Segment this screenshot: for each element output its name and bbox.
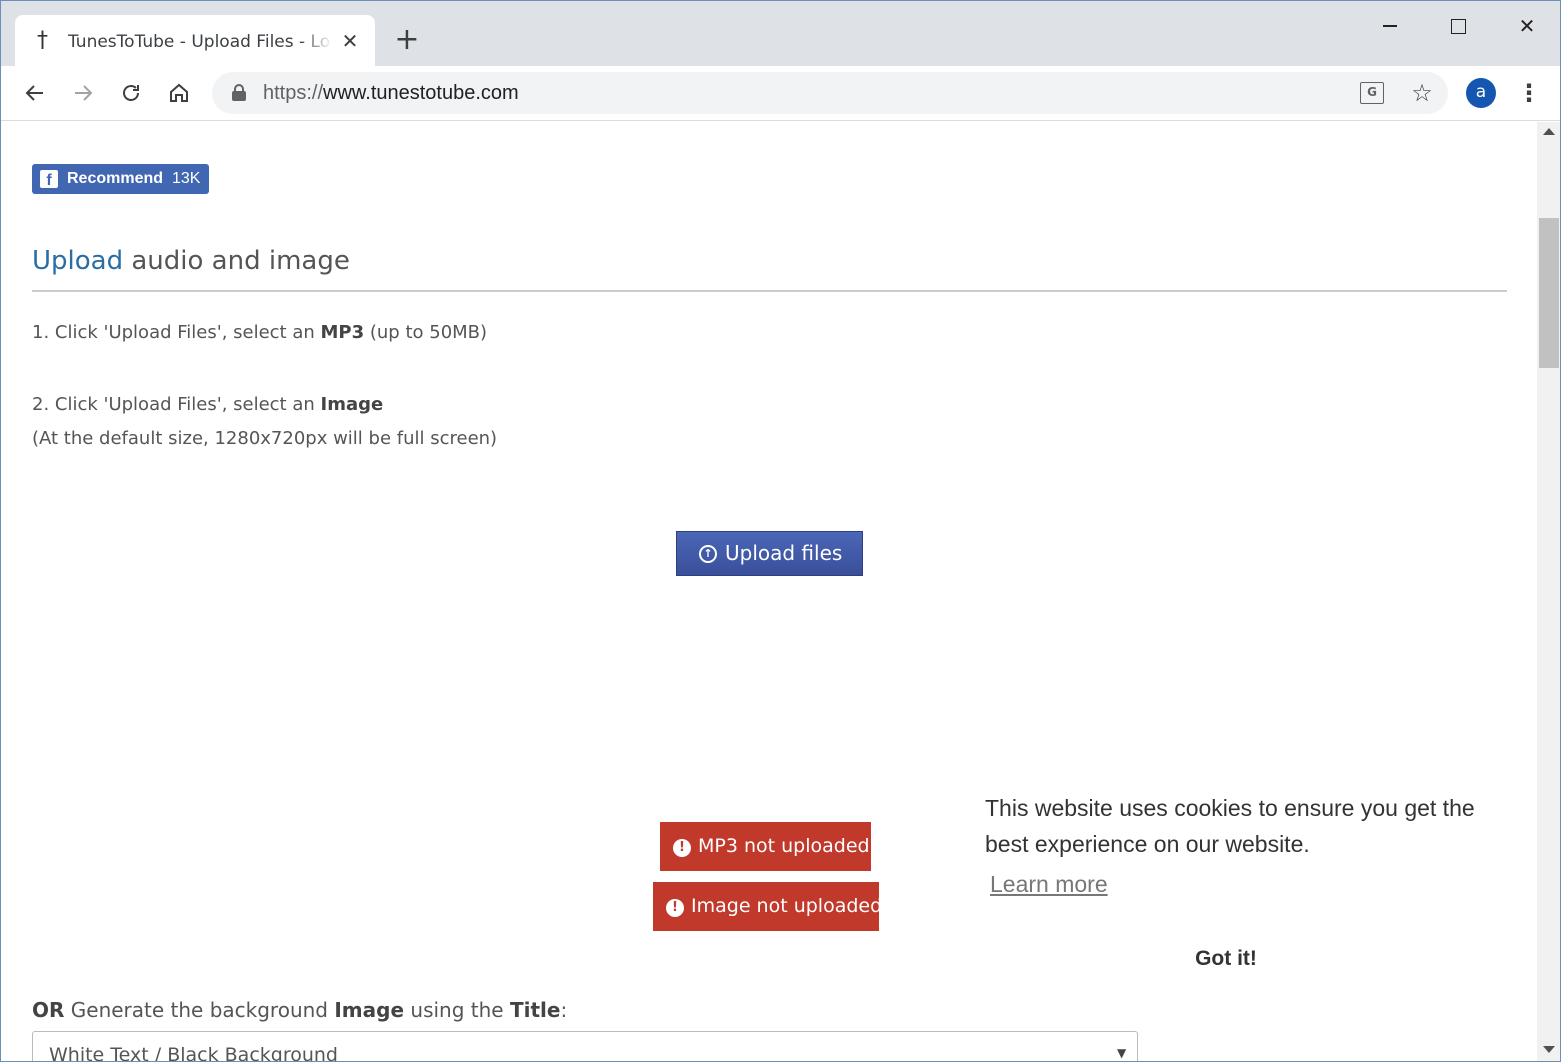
image-alert-label: Image not uploaded <box>691 895 883 917</box>
step-2-note: (At the default size, 1280x720px will be… <box>32 428 498 449</box>
tab-active[interactable]: † TunesToTube - Upload Files - Log ✕ <box>15 15 375 66</box>
mp3-not-uploaded-alert: ! MP3 not uploaded <box>660 822 871 871</box>
browser-window: † TunesToTube - Upload Files - Log ✕ + ✕ <box>0 0 1561 1062</box>
forward-arrow-icon[interactable] <box>67 77 99 109</box>
back-arrow-icon[interactable] <box>19 77 51 109</box>
cross-favicon-icon: † <box>37 28 48 53</box>
page-content: f Recommend 13K Upload audio and image 1… <box>1 122 1537 1062</box>
lock-icon[interactable] <box>232 84 246 101</box>
cookie-got-it-button[interactable]: Got it! <box>1171 944 1281 974</box>
scroll-down-arrow-icon[interactable] <box>1543 1046 1555 1053</box>
translate-icon[interactable]: G <box>1360 82 1384 104</box>
background-style-select[interactable]: White Text / Black Background ▼ <box>32 1031 1138 1062</box>
tab-close-icon[interactable]: ✕ <box>340 29 360 53</box>
title-bold: Title <box>509 998 561 1022</box>
minimize-icon <box>1383 25 1397 27</box>
reload-icon[interactable] <box>115 77 147 109</box>
url-scheme: https:// <box>263 82 324 104</box>
step-1-suffix: (up to 50MB) <box>364 322 488 343</box>
facebook-recommend-label: Recommend <box>67 170 164 187</box>
section-title: Upload audio and image <box>32 244 350 278</box>
step-2-prefix: 2. Click 'Upload Files', select an <box>32 394 321 415</box>
scroll-up-arrow-icon[interactable] <box>1543 128 1555 135</box>
scroll-thumb[interactable] <box>1539 218 1559 368</box>
window-close-button[interactable]: ✕ <box>1512 11 1542 41</box>
browser-menu-icon[interactable]: ⋮ <box>1517 78 1541 108</box>
step-1-prefix: 1. Click 'Upload Files', select an <box>32 322 321 343</box>
step-2-instruction: 2. Click 'Upload Files', select an Image <box>32 393 383 417</box>
maximize-icon <box>1451 19 1466 34</box>
lock-body <box>232 91 246 101</box>
address-bar[interactable]: https://www.tunestotube.com G ☆ <box>212 72 1448 114</box>
select-down-arrow-icon: ▼ <box>1117 1046 1127 1060</box>
background-style-value: White Text / Black Background <box>49 1044 338 1062</box>
generate-colon: : <box>560 998 568 1022</box>
cookie-learn-more-link[interactable]: Learn more <box>990 869 1108 899</box>
image-bold: Image <box>334 998 405 1022</box>
tab-title-fade <box>300 27 332 55</box>
browser-toolbar: https://www.tunestotube.com G ☆ a ⋮ <box>1 66 1560 121</box>
window-maximize-button[interactable] <box>1443 11 1473 41</box>
cookie-message: This website uses cookies to ensure you … <box>985 795 1475 857</box>
facebook-recommend-button[interactable]: f Recommend 13K <box>32 164 209 194</box>
facebook-recommend-count: 13K <box>172 170 201 187</box>
section-title-accent: Upload <box>32 246 124 276</box>
bookmark-star-icon[interactable]: ☆ <box>1408 78 1436 108</box>
or-bold: OR <box>32 998 65 1022</box>
section-title-rest: audio and image <box>123 246 350 276</box>
exclamation-icon: ! <box>666 899 684 917</box>
facebook-icon: f <box>40 170 58 189</box>
upload-arrow-icon: ↑ <box>699 545 717 563</box>
url-host: www.tunestotube.com <box>323 82 519 104</box>
step-2-bold: Image <box>320 394 384 415</box>
generate-text-2: using the <box>404 998 510 1022</box>
tab-title: TunesToTube - Upload Files - Log <box>68 32 330 52</box>
exclamation-icon: ! <box>673 839 691 857</box>
window-minimize-button[interactable] <box>1375 11 1405 41</box>
image-not-uploaded-alert: ! Image not uploaded <box>653 882 883 931</box>
generate-image-label: OR Generate the background Image using t… <box>32 997 567 1023</box>
page-scrollbar[interactable] <box>1537 122 1560 1061</box>
step-1-instruction: 1. Click 'Upload Files', select an MP3 (… <box>32 321 487 345</box>
cookie-banner: This website uses cookies to ensure you … <box>959 770 1509 980</box>
mp3-alert-label: MP3 not uploaded <box>698 835 870 857</box>
section-divider <box>32 290 1507 292</box>
step-1-bold: MP3 <box>320 322 365 343</box>
home-icon[interactable] <box>163 77 195 109</box>
generate-text-1: Generate the background <box>64 998 335 1022</box>
upload-files-button[interactable]: ↑ Upload files <box>676 531 863 576</box>
profile-avatar[interactable]: a <box>1466 78 1496 108</box>
tab-strip: † TunesToTube - Upload Files - Log ✕ + ✕ <box>1 1 1560 66</box>
url-text[interactable]: https://www.tunestotube.com <box>263 81 519 105</box>
new-tab-button[interactable]: + <box>393 25 421 55</box>
upload-files-label: Upload files <box>725 541 843 565</box>
